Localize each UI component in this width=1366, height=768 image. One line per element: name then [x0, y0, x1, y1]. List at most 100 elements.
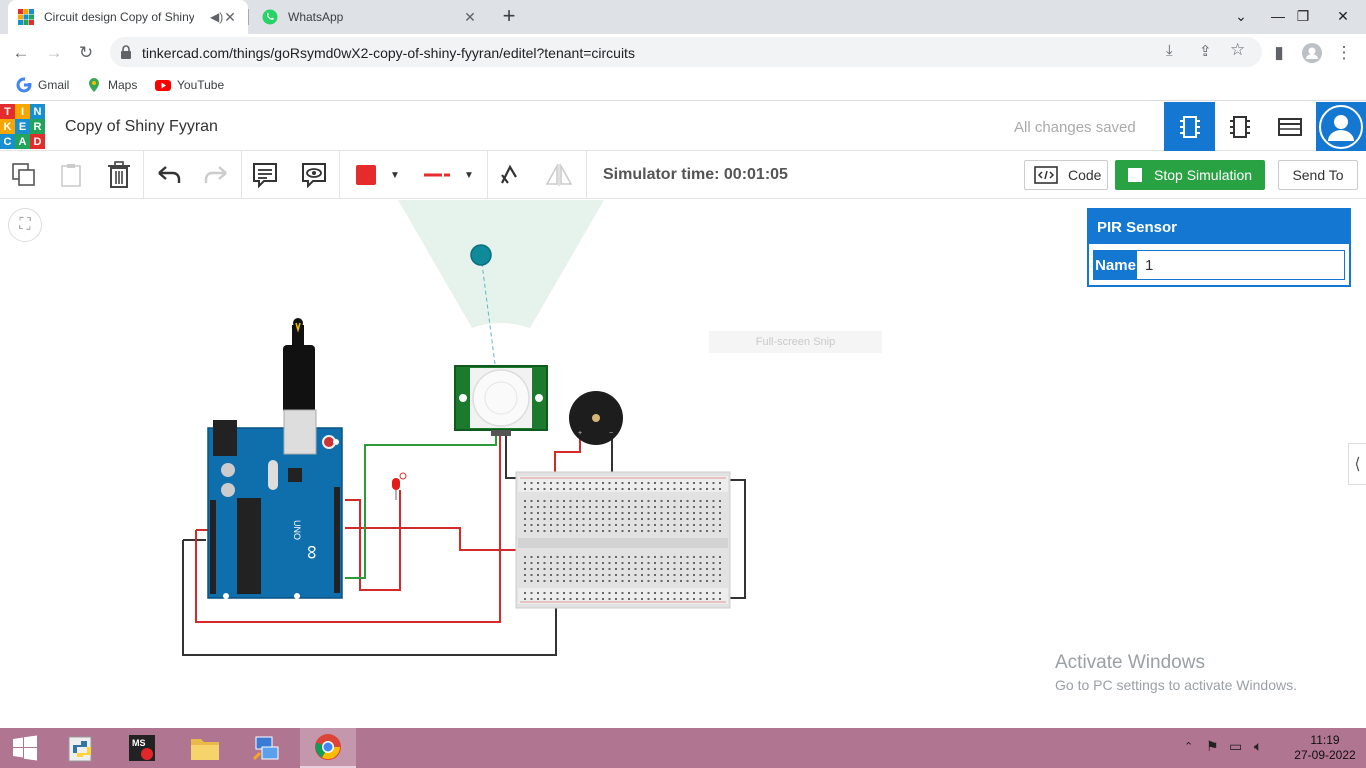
taskbar-msbuild[interactable]: MS — [114, 728, 170, 768]
bookmark-label: Maps — [108, 78, 138, 92]
close-tab-icon[interactable]: ✕ — [462, 9, 478, 25]
flip-icon — [545, 163, 573, 186]
svg-text:−: − — [609, 430, 613, 437]
profile-icon[interactable] — [1299, 40, 1325, 66]
arduino-uno[interactable]: ∞ UNO — [207, 409, 343, 599]
usb-cable — [283, 345, 315, 413]
install-app-icon[interactable]: ⤓ — [1166, 42, 1173, 59]
navigation-bar: ← → ↻ tinkercad.com/things/goRsymd0wX2-c… — [0, 34, 1366, 71]
schematic-view-button[interactable] — [1215, 102, 1265, 151]
flip-button[interactable] — [543, 159, 575, 191]
activate-windows-subtitle: Go to PC settings to activate Windows. — [1055, 677, 1297, 693]
pir-target-handle[interactable] — [470, 244, 492, 266]
taskbar-file-explorer[interactable] — [177, 728, 233, 768]
menu-icon[interactable]: ⋮ — [1331, 40, 1357, 66]
design-title[interactable]: Copy of Shiny Fyyran — [65, 118, 218, 136]
code-label: Code — [1068, 167, 1102, 183]
bookmark-label: Gmail — [38, 78, 70, 92]
toolbar-separator — [339, 151, 340, 199]
close-window-button[interactable]: ✕ — [1320, 0, 1366, 32]
tab-strip: Circuit design Copy of Shiny Fyyran ◀) ✕… — [0, 0, 1366, 34]
send-to-button[interactable]: Send To — [1278, 160, 1358, 190]
undo-button[interactable] — [153, 159, 185, 191]
wire-style-icon — [424, 173, 450, 177]
activate-windows-title: Activate Windows — [1055, 652, 1205, 673]
python-icon — [68, 736, 92, 762]
paste-button[interactable] — [55, 159, 87, 191]
color-picker[interactable]: ▼ — [350, 159, 410, 191]
flag-icon[interactable]: ⚑ — [1206, 738, 1219, 755]
pir-sensor[interactable] — [454, 365, 548, 436]
schematic-icon — [1230, 115, 1250, 138]
tab-circuit-design[interactable]: Circuit design Copy of Shiny Fyyran ◀) ✕ — [8, 0, 248, 34]
maps-icon — [89, 78, 99, 92]
chrome-icon — [315, 734, 341, 760]
code-button[interactable]: Code — [1024, 160, 1108, 190]
tinkercad-header: T I N K E R C A D Copy of Shiny Fyyran A… — [0, 102, 1366, 151]
component-list-button[interactable] — [1265, 102, 1315, 151]
redo-button[interactable] — [200, 159, 232, 191]
color-swatch — [356, 165, 376, 185]
back-icon[interactable]: ← — [8, 40, 34, 66]
code-icon — [1034, 166, 1058, 184]
name-field-row: Name — [1093, 250, 1345, 280]
network-icon[interactable]: ▭ — [1229, 738, 1242, 755]
stop-icon — [1128, 168, 1142, 182]
forward-icon[interactable]: → — [41, 40, 67, 66]
side-panel-icon[interactable]: ▮ — [1266, 40, 1292, 66]
url-text: tinkercad.com/things/goRsymd0wX2-copy-of… — [142, 45, 635, 61]
wire-type-picker[interactable]: ▼ — [420, 159, 480, 191]
chevron-down-icon: ▼ — [390, 169, 400, 181]
taskbar-network-app[interactable] — [239, 728, 295, 768]
table-icon — [1278, 117, 1302, 136]
new-tab-button[interactable]: + — [496, 3, 522, 29]
tray-expand-icon[interactable]: ⌃ — [1184, 740, 1193, 753]
taskbar-python[interactable] — [54, 728, 110, 768]
undo-icon — [158, 166, 181, 183]
tab-whatsapp[interactable]: WhatsApp ✕ — [252, 0, 488, 34]
copy-button[interactable] — [8, 159, 40, 191]
circuit-view-button[interactable] — [1164, 102, 1215, 151]
avatar-icon — [1319, 104, 1363, 149]
bookmark-gmail[interactable]: Gmail — [16, 77, 69, 93]
toolbar-separator — [143, 151, 144, 199]
bookmark-youtube[interactable]: YouTube — [155, 77, 224, 93]
bookmark-star-icon[interactable]: ☆ — [1230, 40, 1245, 60]
close-tab-icon[interactable]: ✕ — [222, 9, 238, 25]
svg-text:MS: MS — [132, 738, 146, 748]
share-icon[interactable]: ⇪ — [1199, 42, 1212, 60]
rotate-button[interactable] — [494, 159, 526, 191]
start-button[interactable] — [0, 728, 50, 768]
svg-text:∞: ∞ — [301, 545, 323, 559]
tinkercad-favicon-icon — [18, 9, 34, 25]
breadboard[interactable] — [515, 471, 731, 609]
reload-icon[interactable]: ↻ — [73, 40, 99, 66]
circuit-canvas[interactable]: ⛶ ∞ UNO + − PIR Sensor Name 1 Full-scree… — [0, 200, 1366, 728]
name-label: Name — [1094, 251, 1137, 279]
ms-app-icon: MS — [129, 735, 155, 761]
user-avatar[interactable] — [1316, 102, 1366, 151]
delete-button[interactable] — [103, 159, 135, 191]
piezo-buzzer[interactable]: + − — [569, 391, 623, 445]
taskbar-chrome[interactable] — [300, 728, 356, 768]
volume-icon[interactable]: 🔈︎ — [1254, 738, 1262, 755]
whatsapp-icon — [262, 9, 278, 25]
address-bar[interactable]: tinkercad.com/things/goRsymd0wX2-copy-of… — [110, 37, 1262, 67]
tinkercad-logo[interactable]: T I N K E R C A D — [0, 104, 46, 150]
stop-simulation-button[interactable]: Stop Simulation — [1115, 160, 1265, 190]
save-status: All changes saved — [1014, 119, 1136, 136]
svg-text:UNO: UNO — [292, 520, 302, 540]
svg-text:+: + — [578, 430, 582, 437]
chevron-down-icon: ▼ — [464, 169, 474, 181]
toolbar-separator — [241, 151, 242, 199]
snip-overlay: Full-screen Snip — [709, 331, 882, 353]
bookmark-maps[interactable]: Maps — [86, 77, 137, 93]
chip-icon — [1179, 115, 1200, 138]
notes-visibility-button[interactable] — [298, 159, 330, 191]
tab-title: WhatsApp — [288, 10, 344, 24]
notes-button[interactable] — [249, 159, 281, 191]
collapse-panel-button[interactable]: ⟨ — [1348, 443, 1366, 485]
system-clock[interactable]: 11:19 27-09-2022 — [1290, 733, 1360, 763]
name-input[interactable] — [1137, 251, 1344, 279]
bookmarks-bar: Gmail Maps YouTube — [0, 71, 1366, 101]
